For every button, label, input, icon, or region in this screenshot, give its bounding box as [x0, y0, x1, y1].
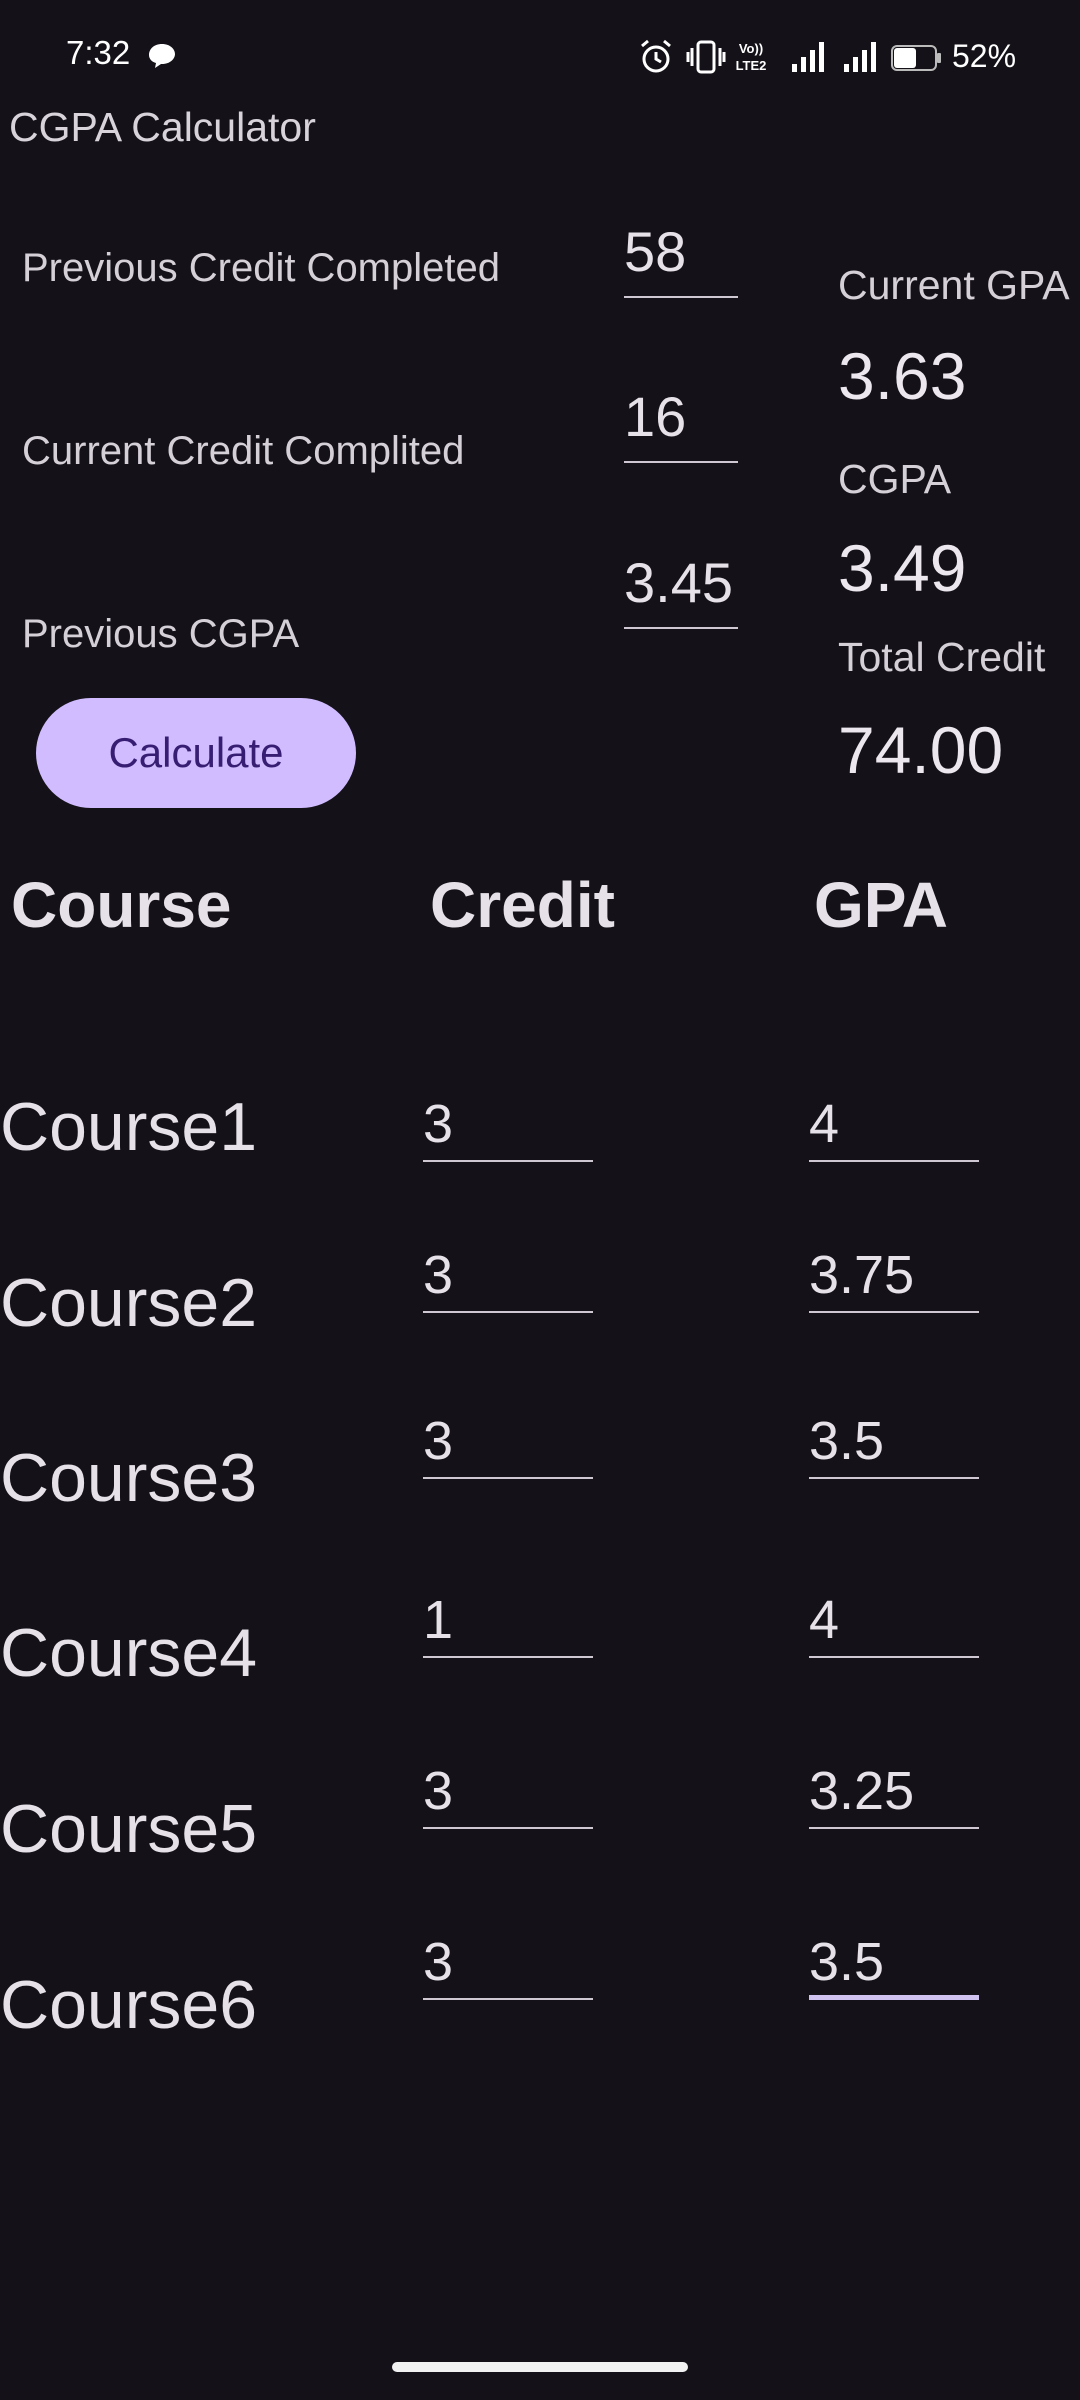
credit-header: Credit [430, 869, 615, 941]
previous-cgpa-input[interactable]: 3.45 [624, 551, 738, 629]
credit-input[interactable]: 3 [423, 1411, 593, 1479]
volte-icon: Vo)) LTE2 [736, 41, 767, 73]
previous-cgpa-label: Previous CGPA [22, 612, 300, 656]
calculate-button[interactable]: Calculate [36, 698, 356, 808]
credit-input[interactable]: 3 [423, 1932, 593, 2000]
current-credit-label: Current Credit Complited [22, 429, 465, 473]
course-name: Course4 [0, 1615, 258, 1691]
total-credit-value: 74.00 [838, 713, 1004, 787]
course-name: Course5 [0, 1791, 258, 1867]
credit-input[interactable]: 3 [423, 1761, 593, 1829]
credit-input[interactable]: 3 [423, 1245, 593, 1313]
battery-icon [891, 45, 941, 71]
gpa-header: GPA [814, 869, 948, 941]
course-name: Course1 [0, 1089, 258, 1165]
course-name: Course3 [0, 1440, 258, 1516]
battery-percent: 52% [952, 38, 1017, 74]
cgpa-value: 3.49 [838, 531, 967, 605]
app-title: CGPA Calculator [9, 104, 316, 150]
previous-credit-label: Previous Credit Completed [22, 246, 500, 290]
gpa-input-focused[interactable]: 3.5 [809, 1932, 979, 2000]
course-name: Course2 [0, 1265, 258, 1341]
vibrate-icon [686, 40, 726, 74]
app-screen: 7:32 Vo)) LTE2 52% CGPA Calculator Previ… [0, 0, 1080, 2400]
previous-credit-input[interactable]: 58 [624, 220, 738, 298]
credit-input[interactable]: 3 [423, 1094, 593, 1162]
credit-input[interactable]: 1 [423, 1590, 593, 1658]
home-gesture-bar[interactable] [392, 2362, 688, 2372]
current-credit-input[interactable]: 16 [624, 385, 738, 463]
gpa-input[interactable]: 3.25 [809, 1761, 979, 1829]
total-credit-label: Total Credit [838, 634, 1046, 680]
gpa-input[interactable]: 3.5 [809, 1411, 979, 1479]
alarm-icon [641, 39, 671, 73]
svg-text:LTE2: LTE2 [736, 58, 767, 73]
gpa-input[interactable]: 3.75 [809, 1245, 979, 1313]
course-name: Course6 [0, 1967, 258, 2043]
course-header: Course [11, 869, 232, 941]
chat-bubble-icon [149, 44, 175, 68]
signal-icon [792, 42, 824, 72]
gpa-input[interactable]: 4 [809, 1094, 979, 1162]
gpa-input[interactable]: 4 [809, 1590, 979, 1658]
current-gpa-label: Current GPA [838, 262, 1070, 308]
signal-icon [844, 42, 876, 72]
svg-text:Vo)): Vo)) [739, 41, 763, 56]
status-time: 7:32 [66, 34, 131, 71]
current-gpa-value: 3.63 [838, 339, 967, 413]
cgpa-label: CGPA [838, 456, 952, 502]
